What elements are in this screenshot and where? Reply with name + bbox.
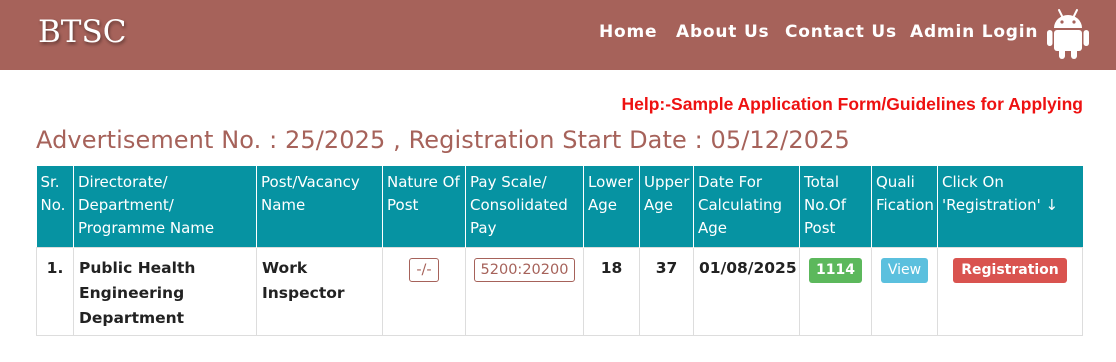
nature-badge: -/- [409,257,439,282]
help-guidelines-link[interactable]: Help:-Sample Application Form/Guidelines… [621,94,1083,115]
android-icon[interactable] [1047,8,1089,60]
col-pay-scale: Pay Scale/ Consolidated Pay [465,166,584,247]
advertisement-heading: Advertisement No. : 25/2025 , Registrati… [36,126,850,154]
registration-button[interactable]: Registration [953,257,1067,283]
cell-department: Public Health Engineering Department [73,246,257,336]
nav-about-us[interactable]: About Us [676,22,769,42]
col-post-name: Post/Vacancy Name [256,166,383,247]
col-upper-age: Upper Age [639,166,694,247]
col-age-date: Date For Calculating Age [693,166,800,247]
top-navbar: BTSC Home About Us Contact Us Admin Logi… [0,0,1116,70]
col-registration: Click On 'Registration' ↓ [937,166,1083,247]
cell-total-posts: 1114 [799,246,872,336]
vacancy-table: Sr. No. Directorate/ Department/ Program… [36,166,1083,336]
cell-qualification: View [871,246,938,336]
table-header-row: Sr. No. Directorate/ Department/ Program… [36,166,1083,247]
nav-admin-login[interactable]: Admin Login [910,22,1038,42]
nav-contact-us[interactable]: Contact Us [785,22,897,42]
nav-home[interactable]: Home [599,22,657,42]
view-qualification-button[interactable]: View [880,257,929,283]
col-sr-no: Sr. No. [36,166,74,247]
cell-age-date: 01/08/2025 [693,246,800,336]
cell-post-name: Work Inspector [256,246,383,336]
col-total-posts: Total No.Of Post [799,166,872,247]
cell-registration: Registration [937,246,1083,336]
col-qualification: Quali Fication [871,166,938,247]
table-row: 1. Public Health Engineering Department … [36,246,1083,336]
cell-upper-age: 37 [639,246,694,336]
cell-pay-scale: 5200:20200 [465,246,584,336]
cell-nature-of-post: -/- [382,246,466,336]
col-department: Directorate/ Department/ Programme Name [73,166,257,247]
col-nature-of-post: Nature Of Post [382,166,466,247]
pay-scale-badge: 5200:20200 [473,257,576,282]
site-logo[interactable]: BTSC [38,14,126,50]
col-lower-age: Lower Age [583,166,640,247]
cell-lower-age: 18 [583,246,640,336]
total-posts-badge: 1114 [809,257,862,283]
cell-sr-no: 1. [36,246,74,336]
